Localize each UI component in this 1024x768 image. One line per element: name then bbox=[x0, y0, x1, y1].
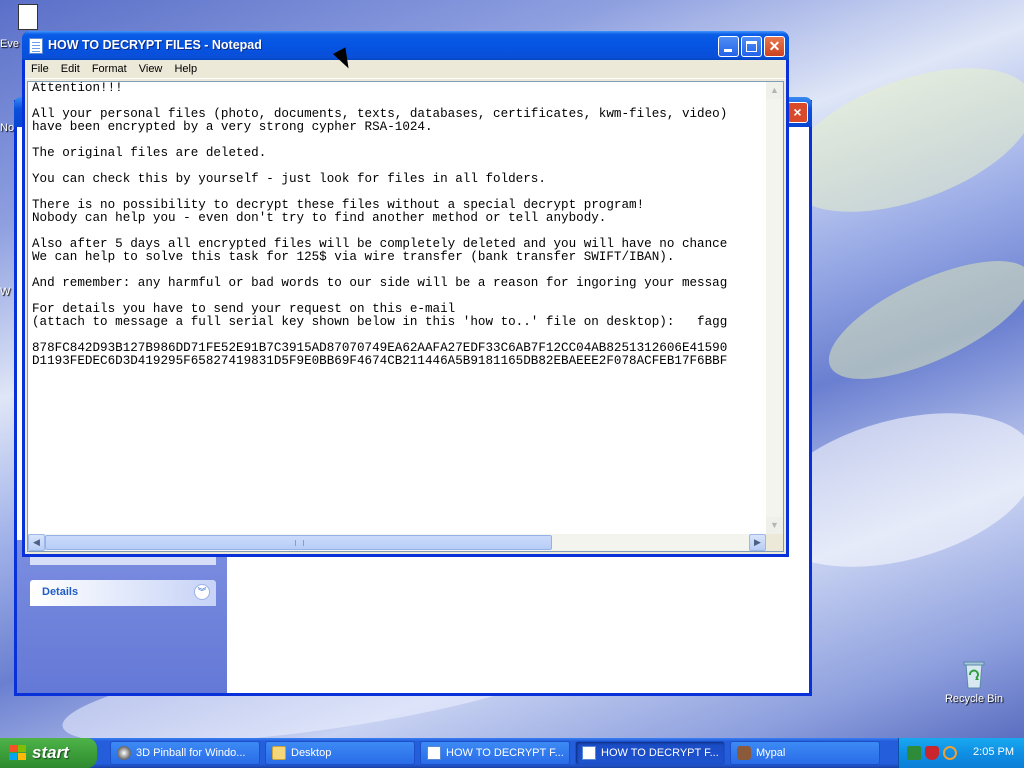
vertical-scrollbar[interactable]: ▲ ▼ bbox=[766, 82, 783, 534]
scroll-right-icon[interactable]: ▶ bbox=[749, 534, 766, 551]
mypal-icon bbox=[737, 746, 751, 760]
notepad-icon bbox=[427, 746, 441, 760]
chevron-down-icon[interactable]: ︾ bbox=[194, 584, 210, 600]
close-button[interactable]: ✕ bbox=[764, 36, 785, 57]
recycle-bin-icon bbox=[958, 658, 990, 690]
desktop-icon-recycle-bin[interactable]: Recycle Bin bbox=[934, 658, 1014, 705]
menu-format[interactable]: Format bbox=[92, 60, 127, 75]
menu-bar: File Edit Format View Help bbox=[25, 60, 786, 79]
close-icon[interactable]: × bbox=[787, 102, 808, 123]
notepad-icon bbox=[29, 38, 43, 54]
start-button[interactable]: start bbox=[0, 738, 97, 768]
document-text[interactable]: Attention!!! All your personal files (ph… bbox=[32, 82, 763, 534]
wallpaper-highlight bbox=[813, 237, 1024, 403]
taskbar-button-label: Mypal bbox=[756, 747, 786, 759]
system-tray: 2:05 PM bbox=[898, 738, 1024, 768]
desktop-icon-label-partial[interactable]: W bbox=[0, 286, 12, 298]
taskbar-button-label: 3D Pinball for Windo... bbox=[136, 747, 246, 759]
recycle-bin-label: Recycle Bin bbox=[944, 693, 1004, 705]
security-shield-icon[interactable] bbox=[925, 746, 939, 760]
document-icon bbox=[18, 4, 38, 30]
taskbar-button-label: HOW TO DECRYPT F... bbox=[601, 747, 719, 759]
taskbar-button-desktop[interactable]: Desktop bbox=[265, 741, 415, 765]
maximize-icon bbox=[746, 41, 757, 52]
scroll-left-icon[interactable]: ◀ bbox=[28, 534, 45, 551]
taskbar-button-label: Desktop bbox=[291, 747, 332, 759]
menu-help[interactable]: Help bbox=[174, 60, 197, 75]
start-label: start bbox=[32, 743, 69, 762]
menu-file[interactable]: File bbox=[31, 60, 49, 75]
clock[interactable]: 2:05 PM bbox=[973, 746, 1014, 758]
menu-edit[interactable]: Edit bbox=[61, 60, 80, 75]
notepad-title-bar[interactable]: HOW TO DECRYPT FILES - Notepad ✕ bbox=[22, 31, 789, 60]
desktop-icon-label: W bbox=[0, 286, 11, 298]
taskbar-button-decrypt-2[interactable]: HOW TO DECRYPT F... bbox=[575, 741, 725, 765]
taskbar-button-pinball[interactable]: 3D Pinball for Windo... bbox=[110, 741, 260, 765]
pinball-icon bbox=[117, 746, 131, 760]
details-panel-label: Details bbox=[42, 586, 79, 598]
search-icon[interactable] bbox=[943, 746, 957, 760]
scroll-up-icon[interactable]: ▲ bbox=[766, 82, 783, 99]
windows-logo-icon bbox=[9, 745, 27, 761]
notepad-window[interactable]: HOW TO DECRYPT FILES - Notepad ✕ File Ed… bbox=[22, 31, 789, 557]
details-panel-header[interactable]: Details ︾ bbox=[30, 580, 216, 606]
window-title: HOW TO DECRYPT FILES - Notepad bbox=[48, 38, 262, 52]
network-icon[interactable] bbox=[907, 746, 921, 760]
taskbar-button-mypal[interactable]: Mypal bbox=[730, 741, 880, 765]
horizontal-scrollbar[interactable]: ◀ ▶ bbox=[28, 534, 766, 551]
minimize-icon bbox=[724, 49, 732, 52]
desktop-icon-partial[interactable] bbox=[0, 4, 68, 33]
folder-icon bbox=[272, 746, 286, 760]
horizontal-scroll-thumb[interactable] bbox=[45, 535, 552, 550]
size-grip[interactable] bbox=[766, 534, 783, 551]
close-icon: ✕ bbox=[768, 38, 781, 54]
desktop-icon-label-partial[interactable]: No bbox=[0, 122, 14, 134]
desktop-icon-label: No bbox=[0, 122, 15, 134]
desktop-icon-label: Eve bbox=[0, 38, 19, 50]
notepad-icon bbox=[582, 746, 596, 760]
taskbar-button-decrypt-1[interactable]: HOW TO DECRYPT F... bbox=[420, 741, 570, 765]
scroll-down-icon[interactable]: ▼ bbox=[766, 517, 783, 534]
text-editor-area[interactable]: Attention!!! All your personal files (ph… bbox=[27, 81, 784, 552]
minimize-button[interactable] bbox=[718, 36, 739, 57]
taskbar: start 3D Pinball for Windo... Desktop HO… bbox=[0, 738, 1024, 768]
menu-view[interactable]: View bbox=[139, 60, 163, 75]
taskbar-button-label: HOW TO DECRYPT F... bbox=[446, 747, 564, 759]
maximize-button[interactable] bbox=[741, 36, 762, 57]
